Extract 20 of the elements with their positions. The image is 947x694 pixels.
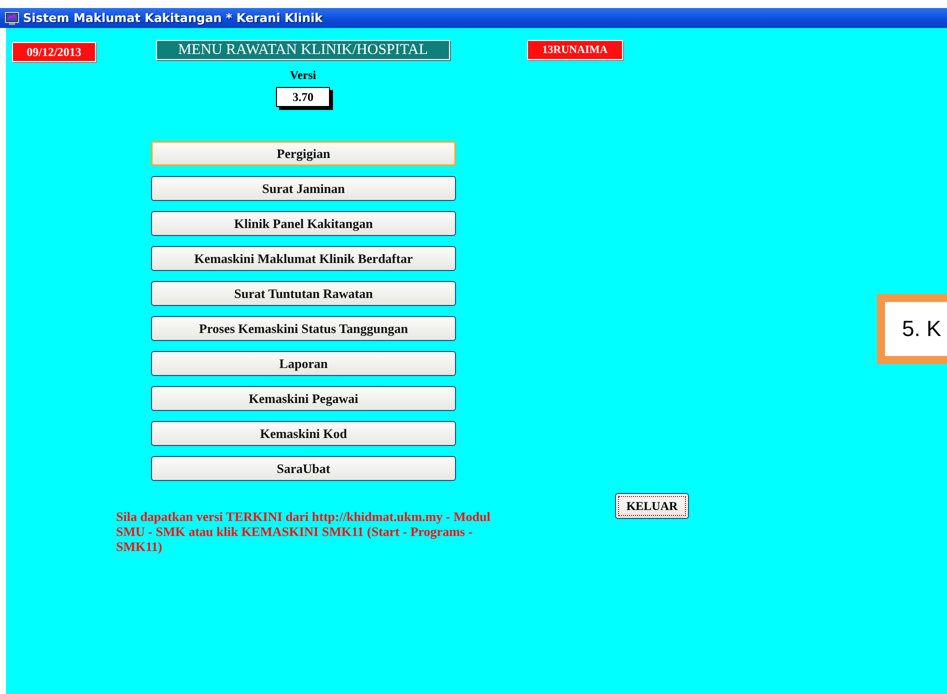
menu-button[interactable]: Proses Kemaskini Status Tanggungan (151, 316, 456, 341)
menu-button[interactable]: Pergigian (151, 141, 456, 166)
step-callout: 5. K (877, 294, 947, 364)
menu-button[interactable]: Kemaskini Pegawai (151, 386, 456, 411)
exit-button[interactable]: KELUAR (615, 493, 689, 519)
version-label: Versi (290, 68, 316, 83)
menu-button[interactable]: Kemaskini Maklumat Klinik Berdaftar (151, 246, 456, 271)
app-icon (5, 12, 19, 24)
version-value: 3.70 (276, 87, 330, 107)
menu-button[interactable]: Klinik Panel Kakitangan (151, 211, 456, 236)
user-label: 13RUNAIMA (527, 40, 623, 60)
menu-button[interactable]: Kemaskini Kod (151, 421, 456, 446)
menu-button[interactable]: Laporan (151, 351, 456, 376)
menu-button[interactable]: SaraUbat (151, 456, 456, 481)
menu-button[interactable]: Surat Jaminan (151, 176, 456, 201)
window-title: Sistem Maklumat Kakitangan * Kerani Klinik (23, 11, 323, 25)
update-notice: Sila dapatkan versi TERKINI dari http://khidmat.ukm.my - Modul SMU - SMK atau klik KEMASKINI SMK11 (Start - Programs - SMK11) (116, 509, 492, 554)
menu-heading: MENU RAWATAN KLINIK/HOSPITAL (156, 40, 450, 60)
date-label: 09/12/2013 (12, 42, 96, 62)
menu-button[interactable]: Surat Tuntutan Rawatan (151, 281, 456, 306)
